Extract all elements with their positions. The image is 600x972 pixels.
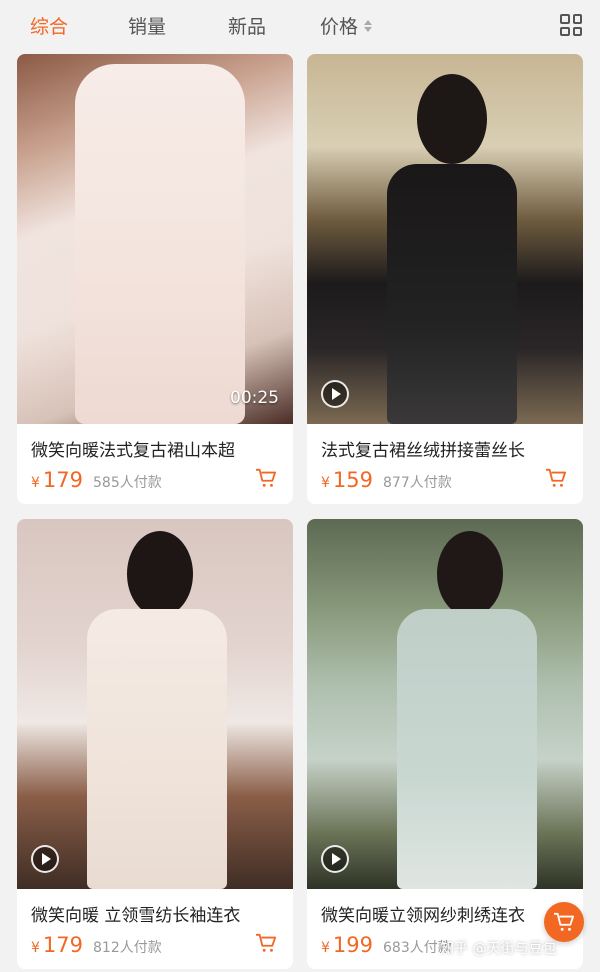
- tab-comprehensive[interactable]: 综合: [30, 12, 68, 39]
- tab-label: 新品: [228, 16, 267, 38]
- tab-price[interactable]: 价格: [320, 12, 373, 39]
- product-photo[interactable]: [307, 519, 583, 889]
- tab-label: 综合: [30, 16, 69, 38]
- product-title: 微笑向暖立领网纱刺绣连衣: [321, 906, 525, 926]
- product-card[interactable]: 微笑向暖立领网纱刺绣连衣 ¥ 199 683人付款: [307, 519, 583, 969]
- price-symbol: ¥: [31, 940, 40, 956]
- product-title: 微笑向暖法式复古裙山本超: [31, 441, 235, 461]
- paid-count: 877人付款: [383, 475, 452, 491]
- price-symbol: ¥: [321, 475, 330, 491]
- grid-view-icon[interactable]: [560, 14, 582, 36]
- cart-icon: [554, 912, 574, 931]
- product-title: 微笑向暖 立领雪纺长袖连衣: [31, 906, 241, 926]
- product-card[interactable]: 微笑向暖 立领雪纺长袖连衣 ¥ 179 812人付款: [17, 519, 293, 969]
- price: 159: [332, 468, 374, 492]
- tab-label: 价格: [320, 16, 359, 38]
- cart-icon[interactable]: [255, 468, 277, 488]
- price: 199: [332, 933, 374, 957]
- product-title: 法式复古裙丝绒拼接蕾丝长: [321, 441, 525, 461]
- price: 179: [42, 468, 84, 492]
- product-photo[interactable]: 00:25: [17, 54, 293, 424]
- cart-icon[interactable]: [255, 933, 277, 953]
- paid-count: 585人付款: [93, 475, 162, 491]
- tab-sales[interactable]: 销量: [128, 12, 166, 39]
- product-card[interactable]: 00:25 微笑向暖法式复古裙山本超 ¥ 179 585人付款: [17, 54, 293, 504]
- product-card[interactable]: 法式复古裙丝绒拼接蕾丝长 ¥ 159 877人付款: [307, 54, 583, 504]
- paid-count: 812人付款: [93, 940, 162, 956]
- sort-bar: 综合 销量 新品 价格: [0, 0, 600, 52]
- video-duration: 00:25: [230, 388, 279, 408]
- price: 179: [42, 933, 84, 957]
- product-photo[interactable]: [17, 519, 293, 889]
- tab-new[interactable]: 新品: [228, 12, 266, 39]
- floating-cart-button[interactable]: [544, 902, 584, 942]
- tab-label: 销量: [128, 16, 167, 38]
- cart-icon[interactable]: [545, 468, 567, 488]
- play-icon[interactable]: [321, 380, 349, 408]
- play-icon[interactable]: [321, 845, 349, 873]
- play-icon[interactable]: [31, 845, 59, 873]
- sort-arrows-icon: [364, 19, 373, 32]
- product-photo[interactable]: [307, 54, 583, 424]
- price-symbol: ¥: [31, 475, 40, 491]
- watermark: 知乎 @天街与豆包: [440, 941, 557, 957]
- price-symbol: ¥: [321, 940, 330, 956]
